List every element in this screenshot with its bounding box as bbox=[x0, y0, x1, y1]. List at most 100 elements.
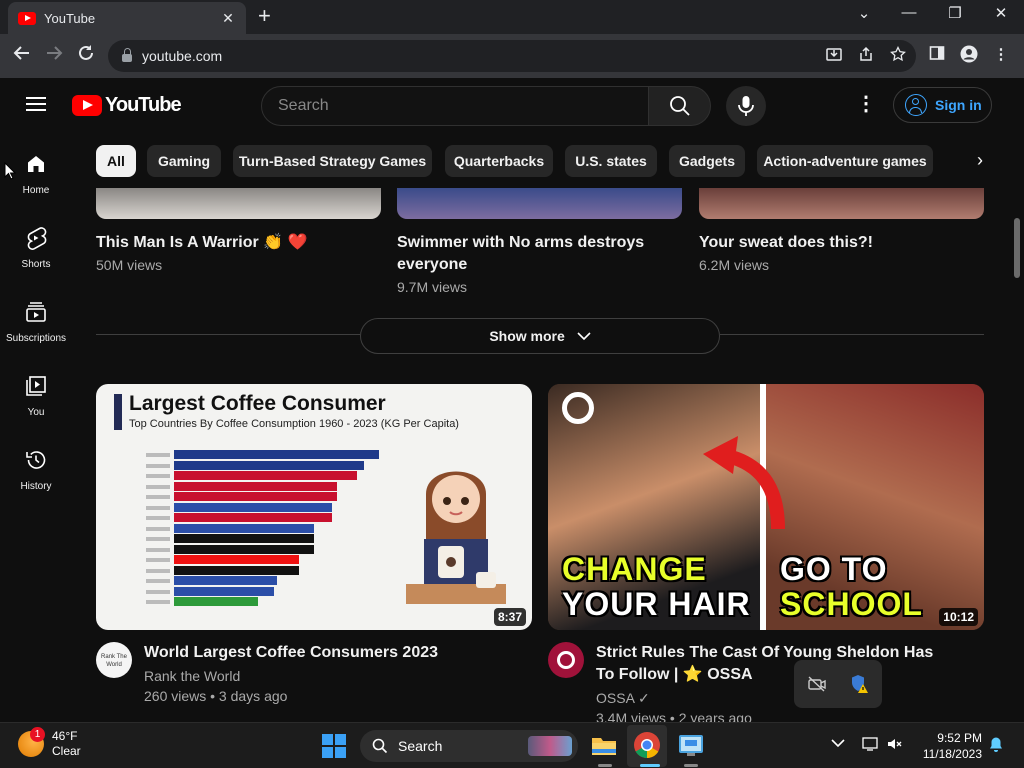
divider bbox=[720, 334, 984, 335]
browser-menu-icon[interactable]: ⋮ bbox=[990, 45, 1012, 63]
thumb-chart-label bbox=[146, 547, 170, 552]
video-meta: 260 views • 3 days ago bbox=[144, 688, 288, 704]
bookmark-star-icon[interactable] bbox=[888, 45, 908, 66]
weather-moon-icon: 1 bbox=[18, 727, 45, 757]
side-panel-icon[interactable] bbox=[926, 45, 948, 65]
you-library-icon bbox=[26, 376, 46, 396]
search-input[interactable] bbox=[278, 97, 648, 115]
voice-search-button[interactable] bbox=[726, 86, 766, 126]
chip-all[interactable]: All bbox=[96, 145, 136, 177]
ossa-watermark-icon bbox=[562, 392, 594, 424]
sidebar-item-subscriptions[interactable]: Subscriptions bbox=[0, 282, 72, 348]
short-title[interactable]: This Man Is A Warrior 👏 ❤️ bbox=[96, 232, 381, 254]
chip-us-states[interactable]: U.S. states bbox=[565, 145, 657, 177]
channel-name[interactable]: OSSA ✓ bbox=[596, 688, 650, 708]
search-button[interactable] bbox=[648, 86, 711, 126]
taskbar-search[interactable]: Search bbox=[360, 730, 578, 762]
weather-widget[interactable]: 1 46°F Clear bbox=[18, 727, 81, 759]
video-thumbnail[interactable]: Largest Coffee Consumer Top Countries By… bbox=[96, 384, 532, 630]
page-scrollbar[interactable] bbox=[1012, 78, 1024, 722]
clock[interactable]: 9:52 PM 11/18/2023 bbox=[920, 730, 982, 762]
search-box[interactable] bbox=[261, 86, 649, 126]
chevron-up-icon[interactable] bbox=[828, 736, 848, 756]
youtube-favicon-icon bbox=[18, 11, 36, 25]
channel-name[interactable]: Rank the World bbox=[144, 666, 240, 686]
tab-close-icon[interactable]: ✕ bbox=[220, 10, 236, 27]
app-active-indicator bbox=[640, 764, 660, 767]
sidebar-item-shorts[interactable]: Shorts bbox=[0, 208, 72, 274]
channel-avatar[interactable] bbox=[548, 642, 584, 678]
profile-icon[interactable] bbox=[958, 45, 980, 67]
red-arrow-graphic bbox=[703, 436, 785, 530]
search-highlight-icon bbox=[528, 736, 572, 756]
sidebar-item-you[interactable]: You bbox=[0, 356, 72, 422]
chrome-icon[interactable] bbox=[633, 731, 661, 759]
thumb-chart-bar bbox=[174, 502, 332, 512]
notification-bell-icon[interactable] bbox=[986, 736, 1006, 756]
thumb-chart-label bbox=[146, 558, 170, 562]
file-explorer-icon[interactable] bbox=[590, 731, 618, 759]
settings-more-icon[interactable]: ⋮ bbox=[856, 94, 876, 114]
video-title[interactable]: Strict Rules The Cast Of Young Sheldon H… bbox=[596, 642, 946, 686]
install-icon[interactable] bbox=[824, 46, 844, 66]
chip-gadgets[interactable]: Gadgets bbox=[669, 145, 745, 177]
sidebar-item-label: Subscriptions bbox=[5, 333, 67, 344]
ossa-avatar-icon bbox=[557, 651, 575, 669]
show-more-button[interactable]: Show more bbox=[360, 318, 720, 354]
thumb-chart-bar bbox=[174, 576, 277, 585]
thumb-chart-label bbox=[146, 600, 170, 604]
close-window-button[interactable]: ✕ bbox=[990, 4, 1012, 22]
video-thumbnail[interactable]: CHANGE YOUR HAIR GO TO SCHOOL 10:12 bbox=[548, 384, 984, 630]
main-feed: This Man Is A Warrior 👏 ❤️ 50M views Swi… bbox=[72, 188, 1012, 722]
lock-icon[interactable] bbox=[122, 48, 132, 62]
logo-wordmark: YouTube bbox=[105, 94, 182, 116]
browser-tab-youtube[interactable]: YouTube ✕ bbox=[8, 2, 246, 34]
system-notification-popup[interactable] bbox=[794, 660, 882, 708]
camera-off-icon bbox=[808, 676, 826, 692]
start-windows-icon[interactable] bbox=[322, 734, 346, 758]
short-thumbnail[interactable] bbox=[699, 188, 984, 219]
scrollbar-thumb[interactable] bbox=[1014, 218, 1020, 278]
windows-taskbar: 1 46°F Clear Search 9:52 PM 11/18/2023 bbox=[0, 722, 1024, 768]
tab-search-icon[interactable]: ⌄ bbox=[853, 4, 875, 22]
chip-action-adventure-games[interactable]: Action-adventure games bbox=[757, 145, 933, 177]
thumb-text-go-to: GO TO bbox=[780, 551, 888, 587]
sign-in-button[interactable]: Sign in bbox=[893, 87, 992, 123]
short-title[interactable]: Your sweat does this?! bbox=[699, 232, 984, 254]
weather-temperature: 46°F bbox=[52, 729, 78, 743]
thumb-chart-bar bbox=[174, 597, 258, 606]
chevron-right-icon[interactable]: › bbox=[968, 148, 992, 172]
filter-chips-bar: All Gaming Turn-Based Strategy Games Qua… bbox=[96, 145, 996, 177]
thumb-text-change: CHANGE bbox=[562, 551, 707, 587]
url-text: youtube.com bbox=[142, 48, 223, 64]
restore-button[interactable]: ❐ bbox=[944, 4, 966, 22]
sidebar-item-history[interactable]: History bbox=[0, 430, 72, 496]
thumb-chart-label bbox=[146, 568, 170, 573]
channel-avatar[interactable]: Rank The World bbox=[96, 642, 132, 678]
control-panel-icon[interactable] bbox=[677, 731, 705, 759]
back-arrow-icon[interactable] bbox=[10, 44, 34, 67]
thumb-title: Largest Coffee Consumer bbox=[129, 392, 386, 415]
address-bar[interactable]: youtube.com bbox=[108, 40, 916, 72]
youtube-header: YouTube ⋮ Sign in bbox=[0, 78, 1024, 134]
thumb-chart-bar bbox=[174, 492, 337, 501]
mini-guide-sidebar: Home Shorts Subscriptions You History bbox=[0, 134, 72, 722]
volume-muted-icon[interactable] bbox=[884, 736, 904, 756]
reload-icon[interactable] bbox=[74, 44, 98, 67]
chip-quarterbacks[interactable]: Quarterbacks bbox=[445, 145, 553, 177]
short-thumbnail[interactable] bbox=[397, 188, 682, 219]
youtube-logo[interactable]: YouTube bbox=[72, 94, 182, 117]
new-tab-button[interactable]: + bbox=[258, 5, 271, 27]
share-icon[interactable] bbox=[856, 46, 876, 66]
home-icon bbox=[28, 156, 44, 172]
thumb-chart-bar bbox=[174, 586, 274, 596]
short-thumbnail[interactable] bbox=[96, 188, 381, 219]
video-title[interactable]: World Largest Coffee Consumers 2023 bbox=[144, 642, 504, 664]
menu-icon[interactable] bbox=[26, 97, 46, 111]
chip-turn-based-strategy-games[interactable]: Turn-Based Strategy Games bbox=[233, 145, 432, 177]
minimize-button[interactable]: — bbox=[898, 4, 920, 21]
chip-gaming[interactable]: Gaming bbox=[147, 145, 221, 177]
short-title[interactable]: Swimmer with No arms destroys everyone bbox=[397, 232, 647, 276]
forward-arrow-icon[interactable] bbox=[42, 44, 66, 67]
display-icon[interactable] bbox=[860, 736, 880, 756]
